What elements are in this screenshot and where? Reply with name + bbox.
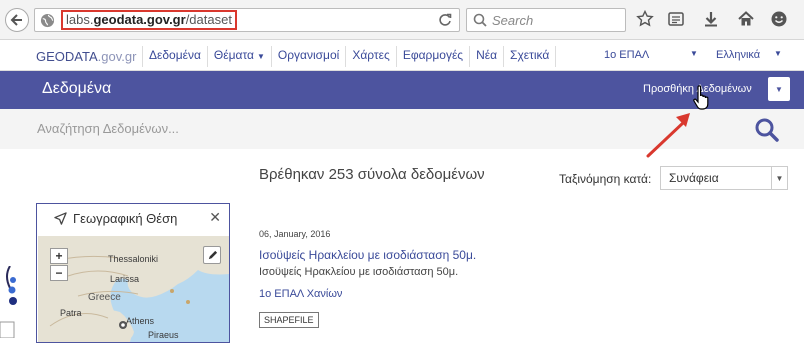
search-icon[interactable]: [754, 117, 780, 143]
entry-date: 06, January, 2016: [259, 229, 331, 239]
map-label: Thessaloniki: [108, 254, 159, 264]
map-label: Larissa: [110, 274, 140, 284]
bookmark-star-icon[interactable]: [636, 10, 654, 28]
map-label: Piraeus: [148, 330, 179, 340]
site-logo[interactable]: GEODATA.gov.gr: [36, 49, 136, 64]
results-count: Βρέθηκαν 253 σύνολα δεδομένων: [259, 166, 485, 183]
logo-main: GEODATA: [36, 49, 98, 64]
map-label: Athens: [126, 316, 155, 326]
reading-list-icon[interactable]: [667, 10, 685, 28]
back-button[interactable]: [5, 8, 29, 32]
smiley-icon[interactable]: [770, 10, 788, 28]
url-highlight: labs.geodata.gov.gr/dataset: [61, 10, 237, 30]
hand-cursor-icon: [693, 85, 709, 110]
browser-search-input[interactable]: Search: [466, 8, 626, 32]
draw-area-button[interactable]: [203, 246, 221, 264]
sort-label: Ταξινόμηση κατά:: [559, 172, 652, 186]
nav-item-topics-label: Θέματα: [213, 48, 254, 62]
download-icon[interactable]: [702, 10, 720, 28]
page-title: Δεδομένα: [42, 80, 112, 97]
nav-item-applications[interactable]: Εφαρμογές: [395, 46, 469, 67]
url-bar[interactable]: labs.geodata.gov.gr/dataset: [34, 8, 460, 32]
back-arrow-icon: [10, 14, 22, 26]
caret-down-icon: ▼: [256, 52, 265, 61]
logo-tld: .gov.gr: [97, 49, 137, 64]
nav-item-maps[interactable]: Χάρτες: [345, 46, 395, 67]
nav-item-about[interactable]: Σχετικά: [503, 46, 557, 67]
nav-item-organizations[interactable]: Οργανισμοί: [270, 46, 345, 67]
home-icon[interactable]: [737, 10, 755, 28]
geo-panel-title: Γεωγραφική Θέση: [73, 211, 178, 226]
map-label: Patra: [60, 308, 82, 318]
close-icon[interactable]: ✕: [209, 209, 221, 226]
entry-title-link[interactable]: Ισοϋψείς Ηρακλείου με ισοδιάσταση 50μ.: [259, 248, 476, 262]
sort-select[interactable]: Συνάφεια ▼: [660, 166, 788, 190]
add-data-dropdown-button[interactable]: ▼: [768, 77, 790, 101]
language-caret-down-icon[interactable]: ▼: [774, 49, 782, 58]
geo-location-panel: Γεωγραφική Θέση ✕ + − Thessaloniki Laris…: [36, 203, 230, 343]
annotation-arrow-icon: [646, 113, 690, 158]
zoom-in-button[interactable]: +: [50, 248, 68, 264]
side-widget: [0, 265, 24, 339]
org-caret-down-icon[interactable]: ▼: [690, 49, 698, 58]
globe-icon: [40, 13, 55, 28]
url-path: /dataset: [185, 12, 232, 27]
dataset-search-input[interactable]: Αναζήτηση Δεδομένων...: [37, 121, 179, 136]
url-prefix: labs.: [66, 12, 94, 27]
nav-item-topics[interactable]: Θέματα ▼: [206, 46, 271, 67]
nav-item-data[interactable]: Δεδομένα: [142, 46, 207, 67]
language-selector[interactable]: Ελληνικά: [716, 49, 760, 61]
browser-toolbar: labs.geodata.gov.gr/dataset Search: [0, 0, 804, 40]
sort-value: Συνάφεια: [669, 171, 719, 185]
zoom-out-button[interactable]: −: [50, 265, 68, 281]
nav-item-news[interactable]: Νέα: [469, 46, 503, 67]
page-header: Δεδομένα Προσθήκη Δεδομένων ▼: [0, 71, 804, 109]
url-domain: geodata.gov.gr: [93, 12, 186, 27]
entry-organization-link[interactable]: 1ο ΕΠΑΛ Χανίων: [259, 288, 342, 300]
map[interactable]: + − Thessaloniki Larissa Greece Athens P…: [38, 236, 229, 342]
athens-marker-icon: [119, 321, 127, 329]
entry-description: Ισοϋψείς Ηρακλείου με ισοδιάσταση 50μ.: [259, 266, 459, 278]
pencil-icon: [208, 250, 217, 259]
main-nav: Δεδομένα Θέματα ▼ Οργανισμοί Χάρτες Εφαρμ…: [142, 46, 557, 67]
reload-icon[interactable]: [437, 12, 453, 28]
caret-down-icon: ▼: [771, 167, 787, 189]
location-arrow-icon: [54, 212, 67, 225]
site-navbar: GEODATA.gov.gr Δεδομένα Θέματα ▼ Οργανισμ…: [0, 41, 804, 71]
org-selector[interactable]: 1ο ΕΠΑΛ: [604, 49, 649, 61]
search-icon: [473, 13, 487, 27]
format-badge[interactable]: SHAPEFILE: [259, 312, 319, 328]
browser-search-placeholder: Search: [492, 13, 534, 28]
partial-logo-icon: [0, 265, 17, 339]
map-label: Greece: [88, 292, 121, 303]
geo-panel-header: Γεωγραφική Θέση: [54, 211, 177, 226]
caret-down-icon: ▼: [775, 84, 783, 94]
